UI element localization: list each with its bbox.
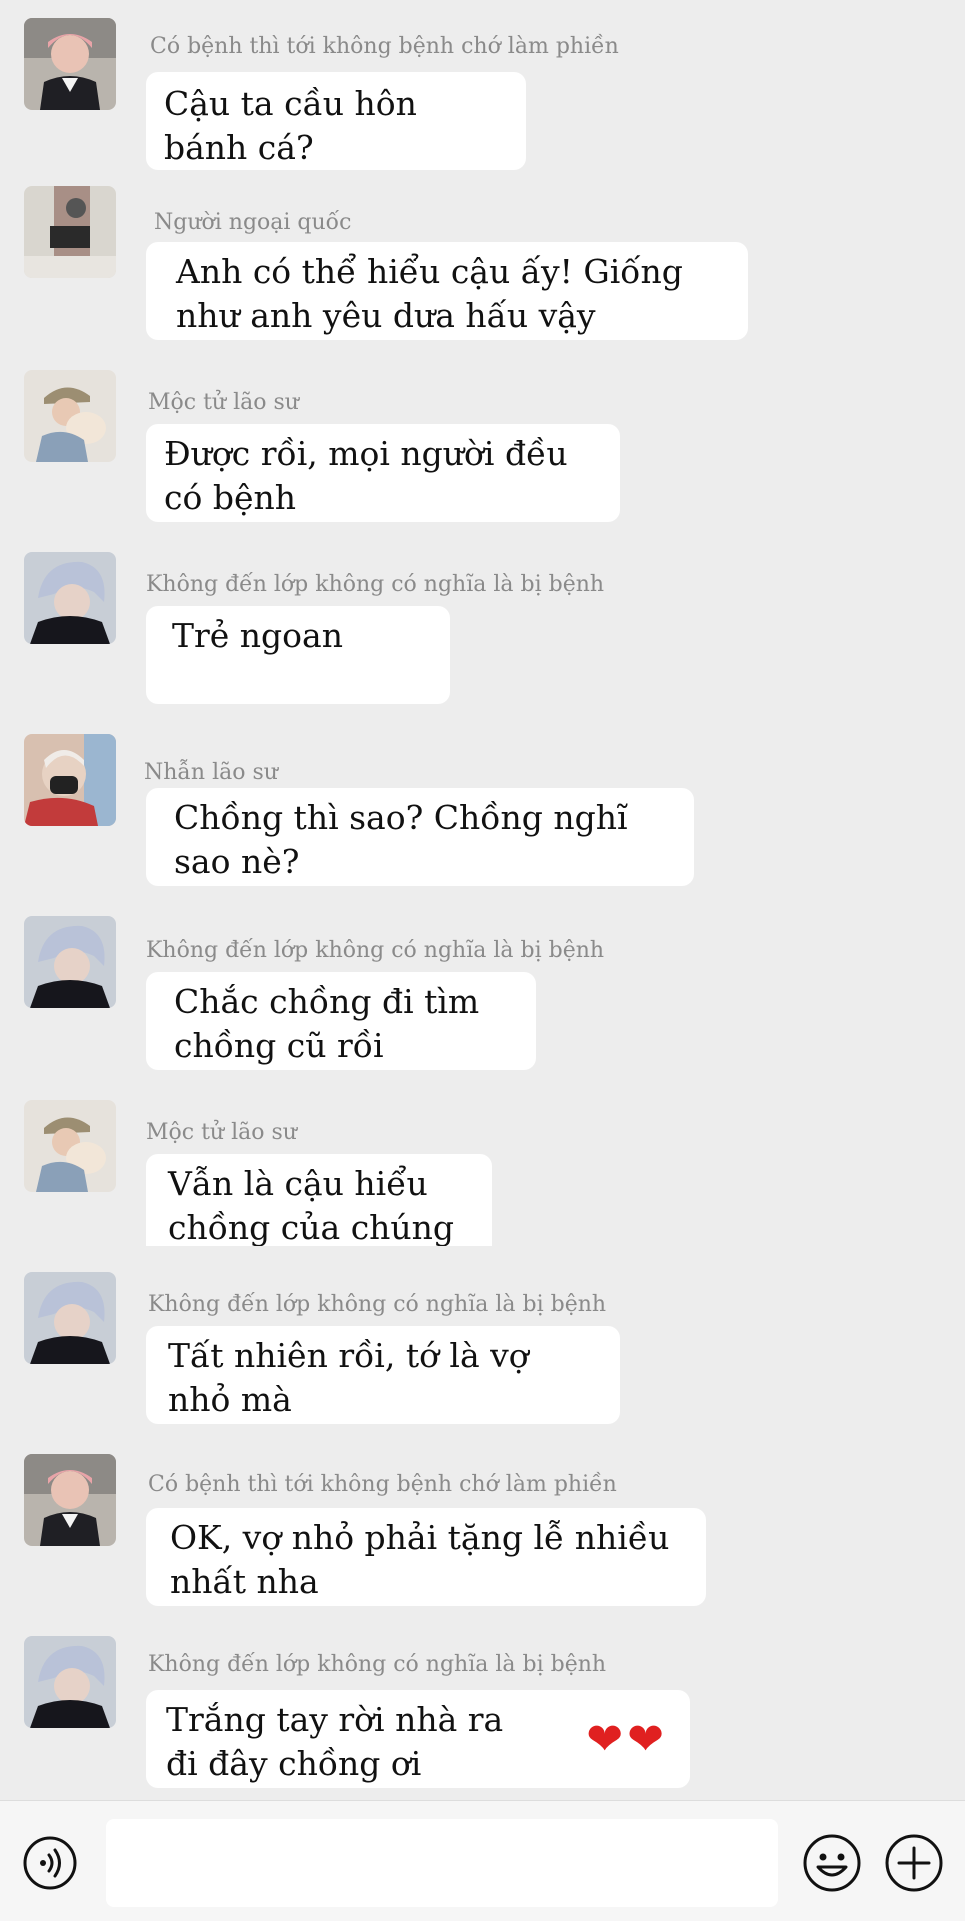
message-bubble[interactable]: OK, vợ nhỏ phải tặng lễ nhiều nhất nha [146,1508,706,1606]
avatar[interactable] [24,1100,116,1192]
sender-name: Người ngoại quốc [154,210,352,235]
voice-icon [23,1836,77,1890]
avatar-image [24,370,116,462]
message-text: Chồng thì sao? Chồng nghĩ sao nè? [174,798,628,881]
message-bubble[interactable]: Tất nhiên rồi, tớ là vợ nhỏ mà [146,1326,620,1424]
avatar[interactable] [24,552,116,644]
avatar-image [24,916,116,1008]
message-text: Trẻ ngoan [172,616,343,655]
avatar-image [24,552,116,644]
avatar[interactable] [24,1454,116,1546]
avatar-image [24,734,116,826]
more-button[interactable] [884,1833,944,1893]
emoji-icon [803,1834,861,1892]
avatar-image [24,1454,116,1546]
message-text: Trắng tay rời nhà ra đi đây chồng ơi [166,1700,504,1783]
message-bubble[interactable]: Trẻ ngoan [146,606,450,704]
plus-icon [885,1834,943,1892]
input-toolbar [0,1800,965,1921]
avatar[interactable] [24,916,116,1008]
avatar-image [24,18,116,110]
heart-emoji-icon: ❤❤ [586,1714,668,1765]
message-text: Anh có thể hiểu cậu ấy! Giống như anh yê… [176,252,683,335]
message-text: OK, vợ nhỏ phải tặng lễ nhiều nhất nha [170,1518,670,1601]
message-text: Vẫn là cậu hiểu chồng của chúng ta [168,1164,455,1246]
sender-name: Có bệnh thì tới không bệnh chớ làm phiền [150,34,619,59]
avatar-image [24,1272,116,1364]
sender-name: Không đến lớp không có nghĩa là bị bệnh [148,1652,607,1677]
emoji-button[interactable] [802,1833,862,1893]
sender-name: Mộc tử lão sư [146,1120,297,1145]
message-bubble[interactable]: Chồng thì sao? Chồng nghĩ sao nè? [146,788,694,886]
sender-name: Có bệnh thì tới không bệnh chớ làm phiền [148,1472,617,1497]
sender-name: Nhẫn lão sư [144,760,278,785]
sender-name: Không đến lớp không có nghĩa là bị bệnh [146,572,605,597]
voice-button[interactable] [22,1835,78,1891]
message-bubble[interactable]: Được rồi, mọi người đều có bệnh [146,424,620,522]
avatar[interactable] [24,18,116,110]
message-bubble[interactable]: Anh có thể hiểu cậu ấy! Giống như anh yê… [146,242,748,340]
message-bubble[interactable]: Chắc chồng đi tìm chồng cũ rồi [146,972,536,1070]
avatar[interactable] [24,734,116,826]
avatar-image [24,1636,116,1728]
sender-name: Không đến lớp không có nghĩa là bị bệnh [146,938,605,963]
chat-message-list[interactable]: Có bệnh thì tới không bệnh chớ làm phiền… [0,0,965,1800]
message-input[interactable] [106,1819,778,1907]
message-text: Được rồi, mọi người đều có bệnh [164,434,568,517]
avatar[interactable] [24,1636,116,1728]
avatar-image [24,186,116,278]
avatar[interactable] [24,1272,116,1364]
message-bubble[interactable]: Vẫn là cậu hiểu chồng của chúng ta [146,1154,492,1246]
sender-name: Không đến lớp không có nghĩa là bị bệnh [148,1292,607,1317]
avatar[interactable] [24,186,116,278]
avatar[interactable] [24,370,116,462]
message-bubble[interactable]: Cậu ta cầu hôn bánh cá? [146,72,526,170]
message-text: Cậu ta cầu hôn bánh cá? [164,84,417,167]
message-text: Tất nhiên rồi, tớ là vợ nhỏ mà [168,1336,529,1419]
sender-name: Mộc tử lão sư [148,390,299,415]
message-bubble[interactable]: Trắng tay rời nhà ra đi đây chồng ơi ❤❤ [146,1690,690,1788]
avatar-image [24,1100,116,1192]
message-text: Chắc chồng đi tìm chồng cũ rồi [174,982,480,1065]
